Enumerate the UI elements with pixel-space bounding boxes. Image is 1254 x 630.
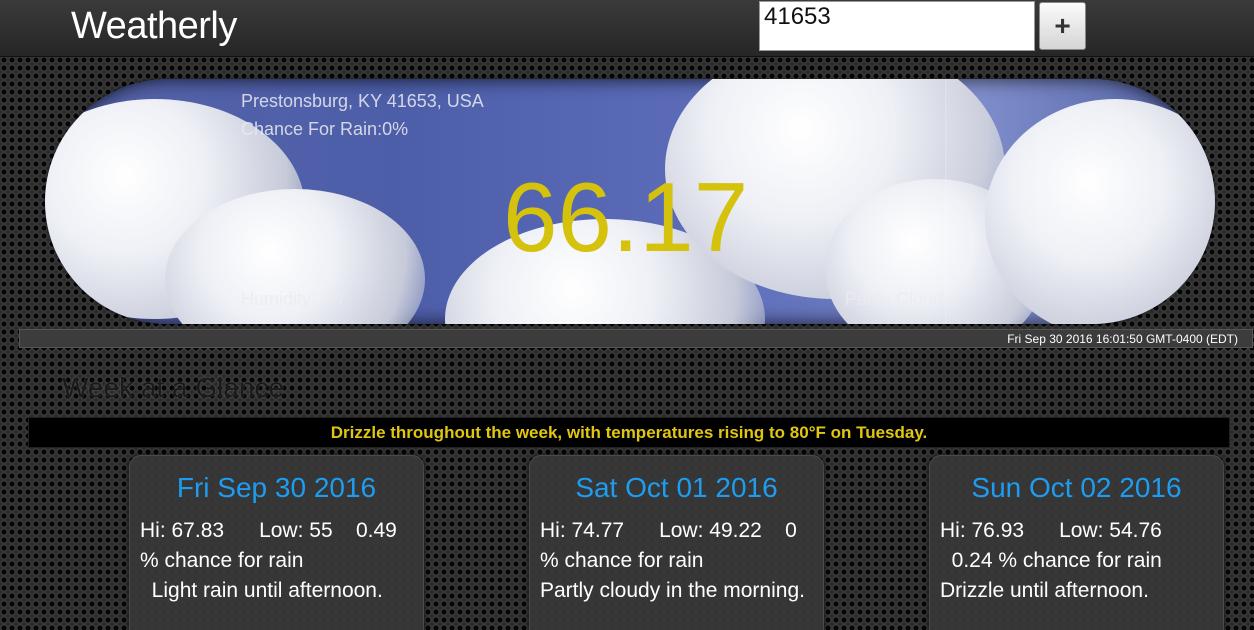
day-hi: Hi: 74.77	[540, 519, 625, 542]
banner-overlay	[945, 79, 1215, 324]
add-location-button[interactable]: +	[1039, 2, 1086, 50]
timestamp-bar: Fri Sep 30 2016 16:01:50 GMT-0400 (EDT)	[19, 329, 1253, 348]
day-precip: 0	[785, 519, 797, 542]
app-title: Weatherly	[71, 5, 237, 47]
day-summary: Light rain until afternoon.	[151, 579, 383, 602]
current-temperature: 66.17	[503, 162, 749, 272]
day-date: Sat Oct 01 2016	[575, 472, 778, 503]
day-summary: Drizzle until afternoon.	[940, 579, 1149, 602]
day-rain-label: % chance for rain	[998, 549, 1162, 572]
day-rain-label: % chance for rain	[140, 549, 304, 572]
day-low: Low: 49.22	[659, 519, 762, 542]
zip-input[interactable]	[759, 1, 1035, 51]
week-summary: Drizzle throughout the week, with temper…	[28, 417, 1230, 448]
day-precip: 0.24	[951, 549, 993, 572]
day-date: Fri Sep 30 2016	[176, 472, 377, 503]
day-hi: Hi: 76.93	[940, 519, 1025, 542]
humidity-label: Humidity: 0.7	[241, 289, 347, 309]
day-low: Low: 55	[259, 519, 333, 542]
rain-chance-label: Chance For Rain:0%	[241, 119, 409, 139]
day-details: Hi: 74.77 Low: 49.22 0 % chance for rain…	[540, 516, 813, 606]
day-card: Sat Oct 01 2016 Hi: 74.77 Low: 49.22 0 %…	[529, 455, 824, 630]
day-precip: 0.49	[355, 519, 397, 542]
top-bar: Weatherly +	[0, 0, 1254, 57]
day-card: Sun Oct 02 2016 Hi: 76.93 Low: 54.76 0.2…	[929, 455, 1224, 630]
day-summary: Partly cloudy in the morning.	[540, 579, 805, 602]
day-details: Hi: 67.83 Low: 55 0.49 % chance for rain…	[140, 516, 413, 606]
day-card: Fri Sep 30 2016 Hi: 67.83 Low: 55 0.49 %…	[129, 455, 424, 630]
week-heading: Week at a Glance	[62, 372, 285, 403]
current-weather-banner: Prestonsburg, KY 41653, USA Chance For R…	[45, 79, 1215, 324]
condition-label: Partly Cloudy	[845, 289, 953, 309]
location-label: Prestonsburg, KY 41653, USA	[241, 91, 484, 111]
day-date: Sun Oct 02 2016	[971, 472, 1182, 503]
day-low: Low: 54.76	[1059, 519, 1162, 542]
day-hi: Hi: 67.83	[140, 519, 225, 542]
timestamp: Fri Sep 30 2016 16:01:50 GMT-0400 (EDT)	[1007, 332, 1238, 346]
day-rain-label: % chance for rain	[540, 549, 704, 572]
day-details: Hi: 76.93 Low: 54.76 0.24 % chance for r…	[940, 516, 1213, 606]
